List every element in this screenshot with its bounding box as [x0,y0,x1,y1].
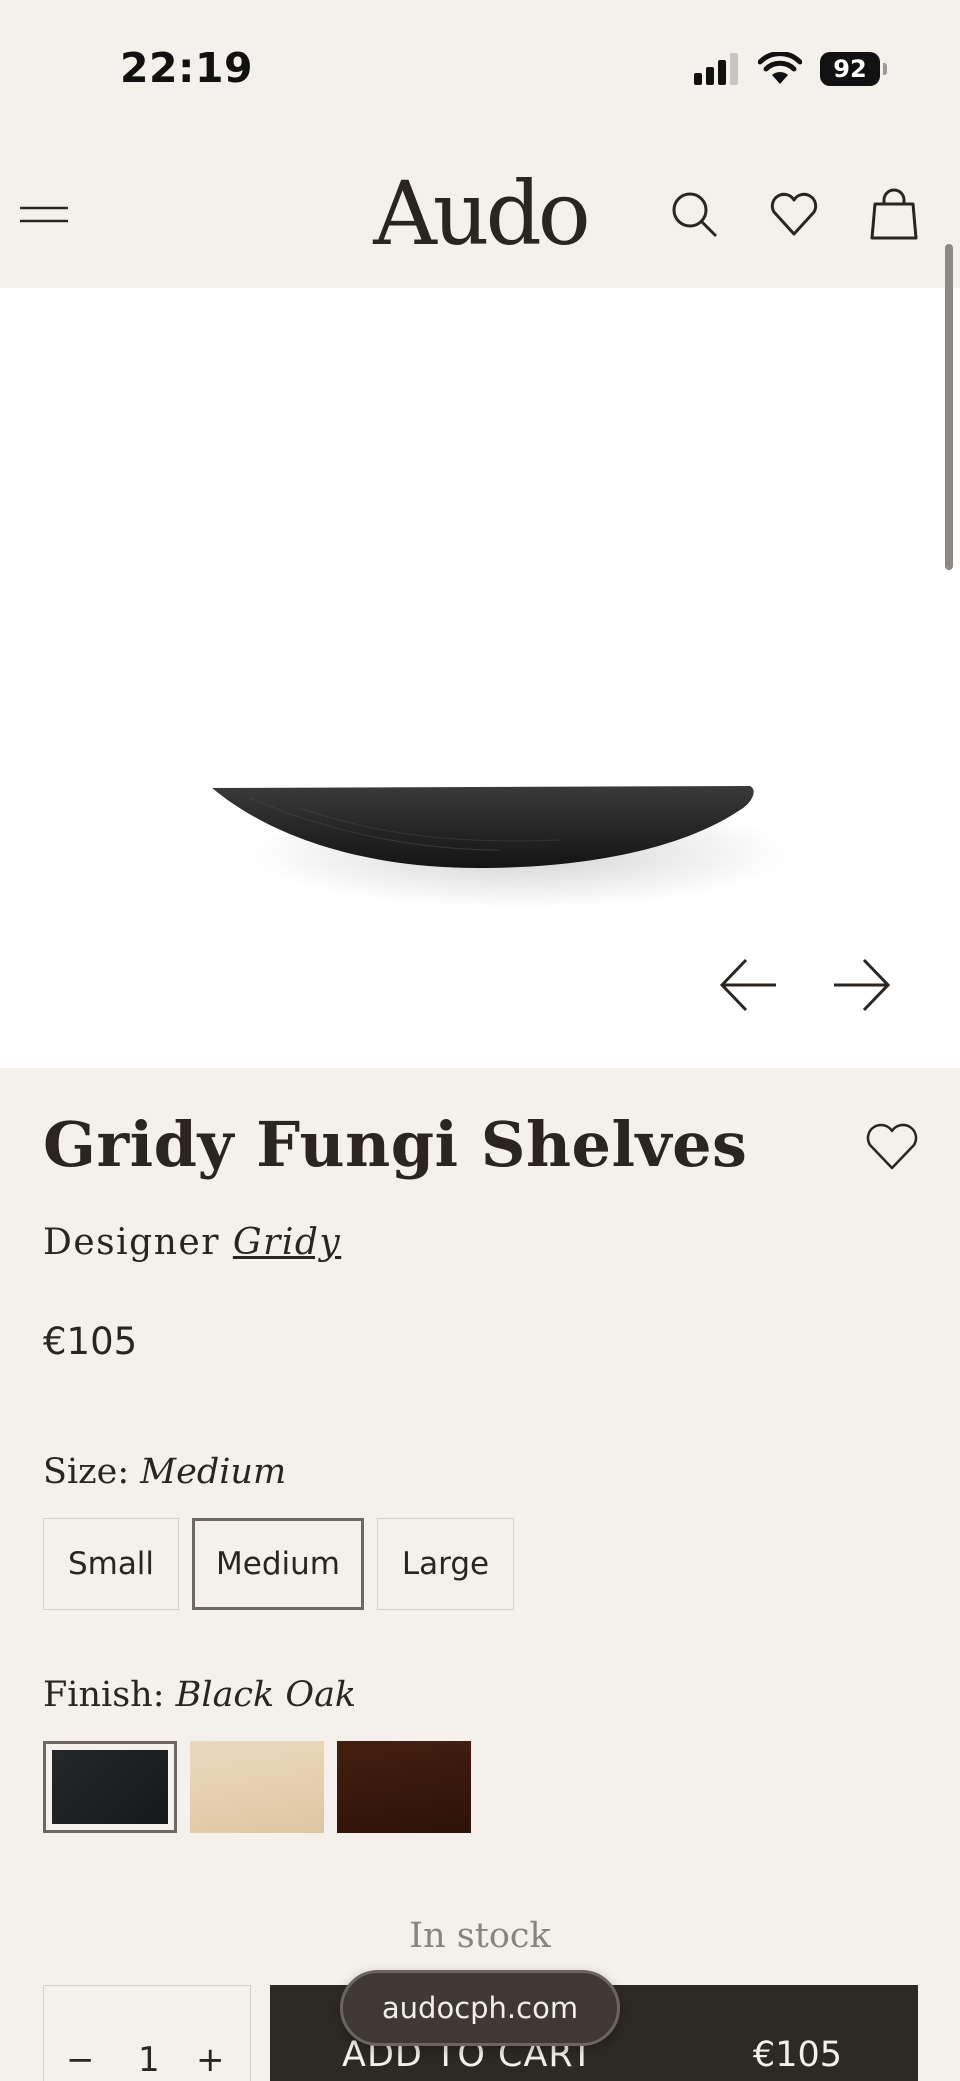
size-label: Size: Medium [43,1452,286,1492]
finish-swatch-natural-oak[interactable] [190,1741,324,1833]
page-scrollbar[interactable] [945,244,953,570]
search-icon[interactable] [668,188,720,240]
product-image [212,786,790,908]
designer-label: Designer [43,1222,220,1263]
quantity-decrease-button[interactable]: − [66,2040,95,2080]
swatch-fill [52,1750,168,1824]
quantity-increase-button[interactable]: + [196,2040,225,2080]
status-icons: 92 [694,52,887,86]
prev-image-arrow-icon[interactable] [718,954,780,1016]
cart-bag-icon[interactable] [868,188,920,240]
product-image-gallery[interactable] [0,288,960,1068]
product-title: Gridy Fungi Shelves [43,1108,748,1181]
status-time: 22:19 [120,44,254,92]
size-selected-value: Medium [140,1452,287,1492]
quantity-value[interactable]: 1 [138,2040,160,2080]
add-to-cart-price: €105 [752,2035,842,2075]
next-image-arrow-icon[interactable] [830,954,892,1016]
finish-swatch-black-oak[interactable] [43,1741,177,1833]
size-label-text: Size: [43,1452,130,1492]
swatch-fill [337,1741,471,1833]
size-options: Small Medium Large [43,1518,514,1610]
signal-icon [694,53,738,85]
browser-url-pill[interactable]: audocph.com [340,1970,620,2046]
wifi-icon [758,52,802,84]
add-to-wishlist-heart-icon[interactable] [864,1120,920,1172]
swatch-fill [190,1741,324,1833]
finish-label-text: Finish: [43,1675,165,1715]
product-price: €105 [43,1320,138,1363]
battery-indicator: 92 [820,52,887,86]
size-option-medium[interactable]: Medium [192,1518,364,1610]
finish-swatch-dark-wood[interactable] [337,1741,471,1833]
finish-selected-value: Black Oak [175,1675,357,1715]
status-bar: 22:19 92 [0,0,960,140]
size-option-small[interactable]: Small [43,1518,179,1610]
size-option-large[interactable]: Large [377,1518,514,1610]
finish-label: Finish: Black Oak [43,1675,356,1715]
quantity-stepper: − 1 + [43,1985,251,2081]
wishlist-icon[interactable] [768,188,820,240]
stock-status: In stock [409,1916,551,1956]
designer-line: Designer Gridy [43,1222,341,1263]
finish-options [43,1741,471,1833]
site-header: Audo [0,140,960,288]
designer-link[interactable]: Gridy [233,1222,341,1263]
